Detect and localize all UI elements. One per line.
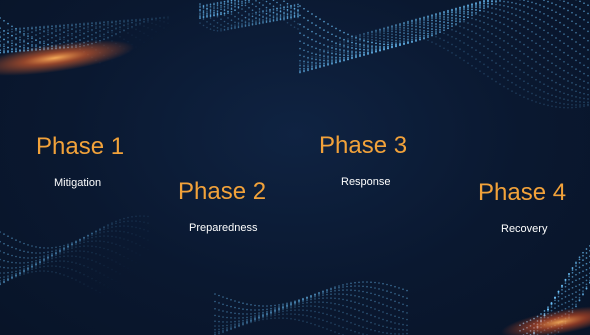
phase-1-subtitle: Mitigation	[54, 177, 102, 189]
phase-3-subtitle: Response	[341, 176, 391, 188]
particle-wave-background	[0, 0, 590, 335]
phase-2-subtitle: Preparedness	[189, 222, 258, 234]
phase-4-title: Phase 4	[478, 179, 567, 206]
slide: Phase 1 Mitigation Phase 2 Preparedness …	[0, 0, 590, 335]
phase-2-title: Phase 2	[178, 178, 267, 205]
phase-1-title: Phase 1	[36, 133, 125, 160]
phase-4-subtitle: Recovery	[501, 223, 548, 235]
phase-3-title: Phase 3	[319, 132, 408, 159]
